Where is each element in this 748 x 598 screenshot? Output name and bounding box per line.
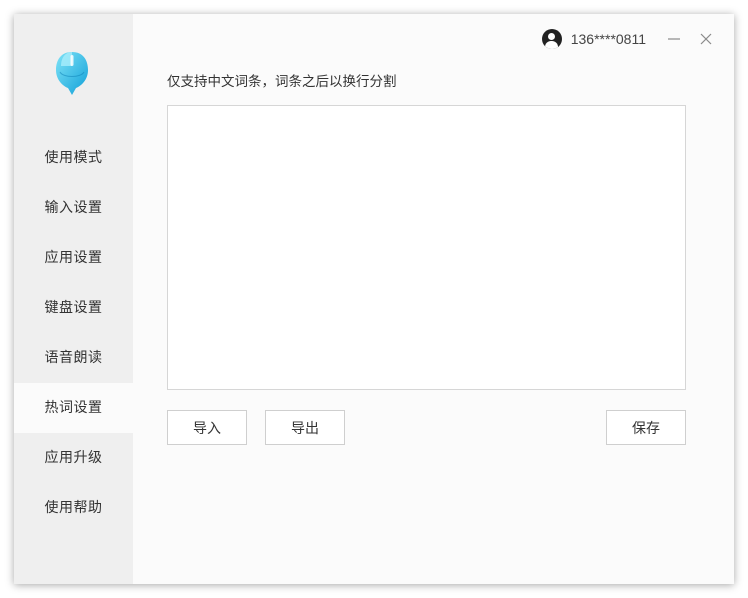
- sidebar-item-keyboard-settings[interactable]: 键盘设置: [14, 283, 133, 333]
- sidebar-item-app-settings[interactable]: 应用设置: [14, 233, 133, 283]
- sidebar-item-usage-mode[interactable]: 使用模式: [14, 133, 133, 183]
- close-icon: [700, 33, 712, 45]
- mouse-logo-icon: [56, 52, 88, 95]
- sidebar-item-hotword-settings[interactable]: 热词设置: [14, 383, 133, 433]
- main-content: 136****0811 仅支持中文词条，词条之后以换行分割 导入 导出 保存: [133, 14, 734, 584]
- sidebar-item-voice-reading[interactable]: 语音朗读: [14, 333, 133, 383]
- minimize-button[interactable]: [664, 29, 684, 49]
- close-button[interactable]: [696, 29, 716, 49]
- save-button[interactable]: 保存: [606, 410, 686, 445]
- title-bar: 136****0811: [541, 26, 716, 52]
- import-button[interactable]: 导入: [167, 410, 247, 445]
- minimize-icon: [668, 38, 680, 40]
- sidebar-item-app-upgrade[interactable]: 应用升级: [14, 433, 133, 483]
- sidebar: 使用模式 输入设置 应用设置 键盘设置 语音朗读 热词设置 应用升级 使用帮助: [14, 14, 133, 584]
- export-button[interactable]: 导出: [265, 410, 345, 445]
- app-window: 使用模式 输入设置 应用设置 键盘设置 语音朗读 热词设置 应用升级 使用帮助 …: [14, 14, 734, 584]
- sidebar-item-input-settings[interactable]: 输入设置: [14, 183, 133, 233]
- hotword-hint: 仅支持中文词条，词条之后以换行分割: [167, 74, 397, 90]
- hotword-textarea[interactable]: [167, 105, 686, 390]
- sidebar-nav: 使用模式 输入设置 应用设置 键盘设置 语音朗读 热词设置 应用升级 使用帮助: [14, 133, 133, 533]
- user-avatar-icon[interactable]: [541, 29, 562, 49]
- sidebar-item-help[interactable]: 使用帮助: [14, 483, 133, 533]
- user-phone: 136****0811: [570, 31, 646, 47]
